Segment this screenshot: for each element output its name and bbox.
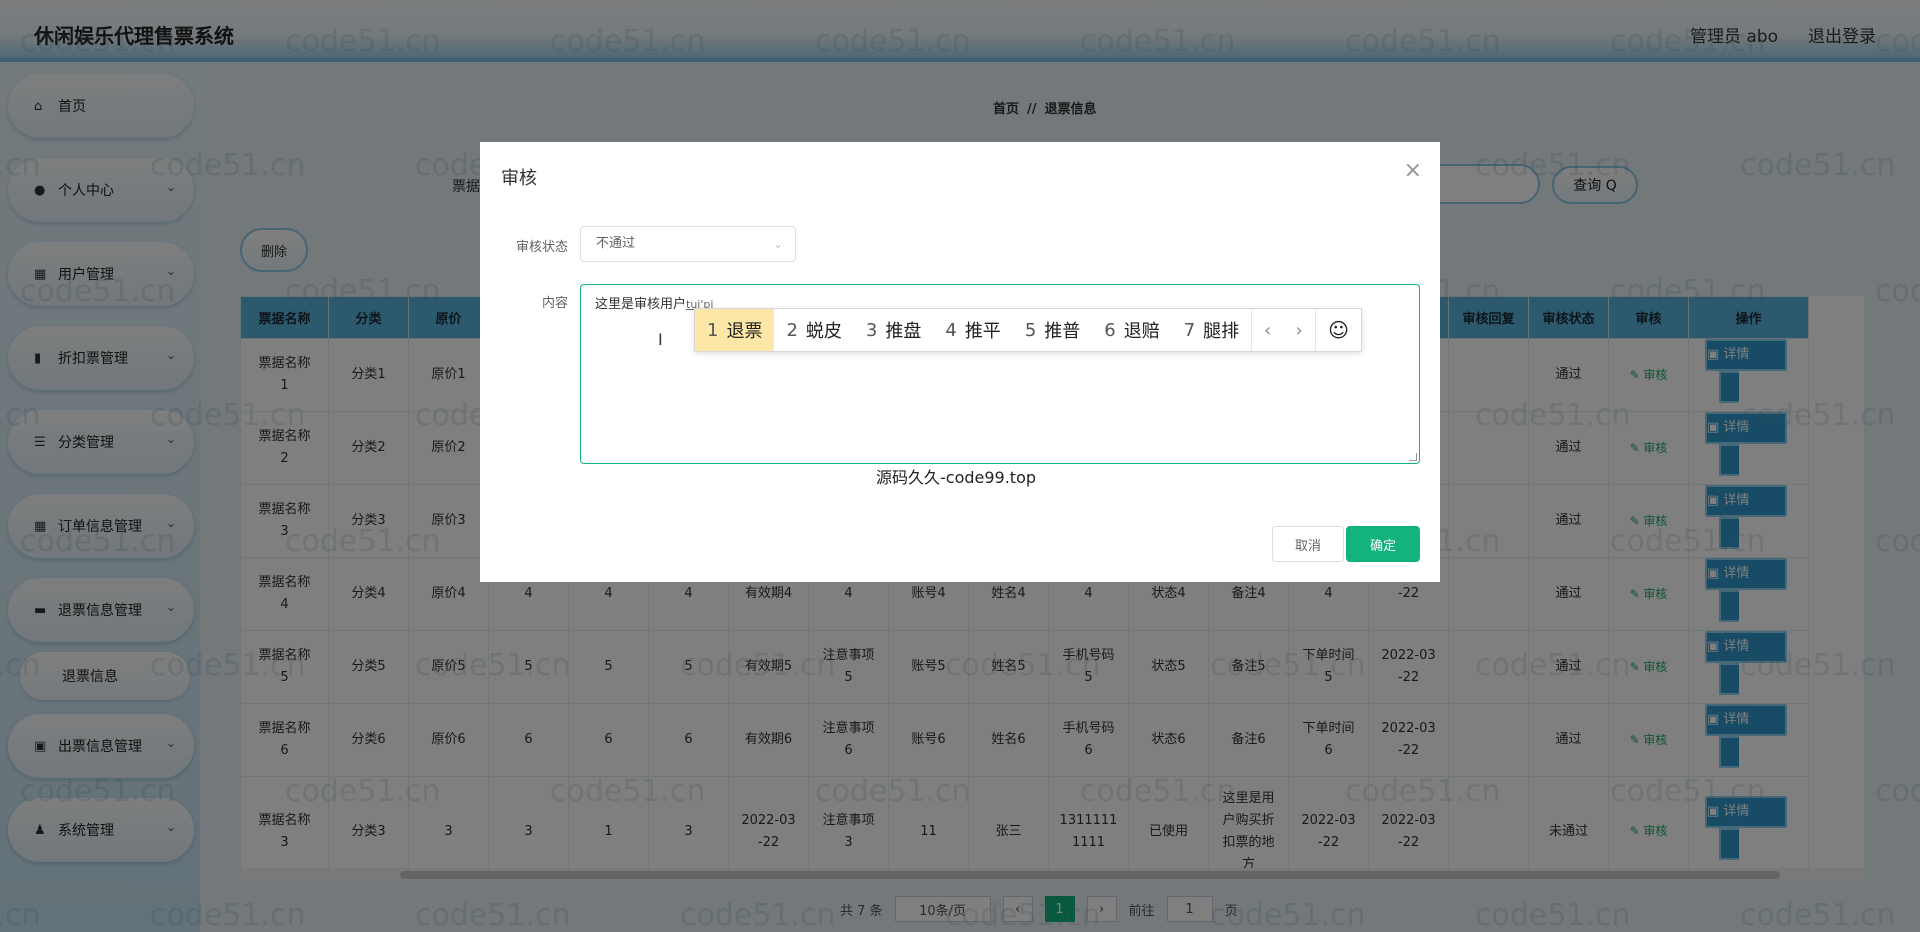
status-label: 审核状态 (515, 240, 568, 255)
chevron-down-icon: ⌄ (772, 237, 783, 251)
emoji-icon[interactable]: ☺ (1315, 309, 1361, 351)
text-cursor-icon: I (658, 330, 663, 349)
content-value: 这里是审核用户 (595, 297, 687, 312)
cancel-button[interactable]: 取消 (1272, 526, 1344, 562)
close-icon[interactable]: × (1404, 160, 1422, 182)
ime-candidate[interactable]: 1 退票 (695, 309, 775, 351)
status-select[interactable]: 不通过 ⌄ (580, 226, 796, 262)
ime-prev-icon[interactable]: ‹ (1251, 309, 1283, 351)
ime-candidate[interactable]: 2 蜕皮 (774, 309, 853, 351)
confirm-button[interactable]: 确定 (1346, 526, 1420, 562)
resize-handle[interactable] (1409, 453, 1417, 461)
ime-next-icon[interactable]: › (1283, 309, 1315, 351)
ime-candidate[interactable]: 6 退赔 (1092, 309, 1171, 351)
source-note: 源码久久-code99.top (876, 468, 1037, 487)
content-label: 内容 (541, 296, 568, 311)
ime-candidate[interactable]: 7 腿排 (1172, 309, 1251, 351)
dialog-title: 审核 (501, 168, 537, 189)
ime-candidate-bar: 1 退票 2 蜕皮 3 推盘 4 推平 5 推普 6 退赔 7 腿排 ‹ › ☺ (694, 308, 1362, 352)
ime-candidate[interactable]: 5 推普 (1013, 309, 1092, 351)
status-select-value: 不通过 (596, 236, 636, 251)
audit-dialog: 审核 × 审核状态 不通过 ⌄ 内容 这里是审核用户tui'pi I 1 退票 2… (480, 142, 1440, 582)
ime-candidate[interactable]: 4 推平 (933, 309, 1012, 351)
ime-candidate[interactable]: 3 推盘 (854, 309, 933, 351)
